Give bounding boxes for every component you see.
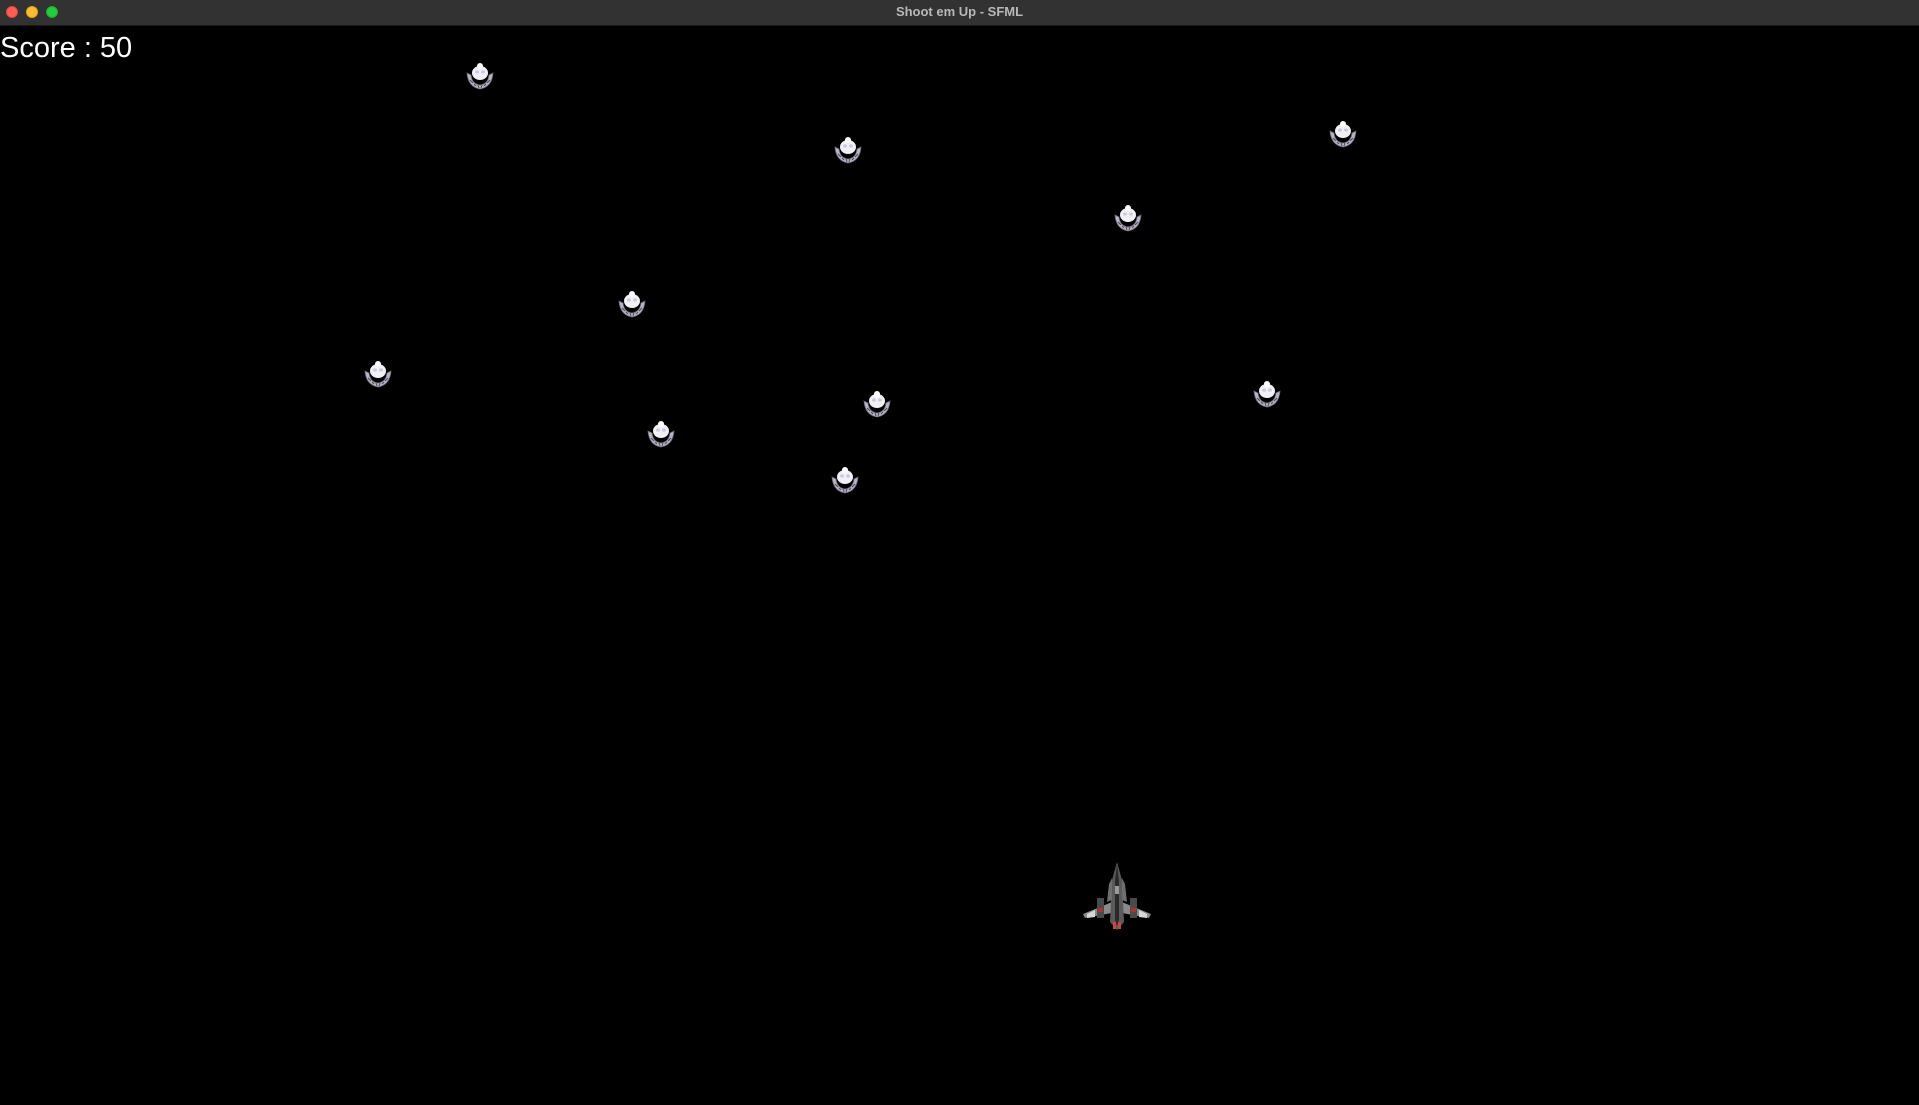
score-label: Score : — [0, 32, 92, 64]
enemy-ship-icon — [466, 63, 494, 90]
game-window: Shoot em Up - SFML Score :50 — [0, 0, 1919, 1105]
game-canvas[interactable]: Score :50 — [0, 26, 1919, 1105]
player-ship-icon — [1083, 862, 1151, 930]
enemy-ship-icon — [364, 361, 392, 388]
enemy-ship-icon — [863, 391, 891, 418]
enemy-ship-icon — [1253, 381, 1281, 408]
enemy-ship-icon — [834, 137, 862, 164]
score-display: Score :50 — [0, 30, 132, 66]
enemy-ship-icon — [1114, 205, 1142, 232]
enemy-ship-icon — [831, 467, 859, 494]
title-bar[interactable]: Shoot em Up - SFML — [0, 0, 1919, 26]
score-value: 50 — [99, 32, 133, 64]
window-title: Shoot em Up - SFML — [895, 4, 1024, 19]
enemy-ship-icon — [1329, 121, 1357, 148]
enemy-ship-icon — [618, 291, 646, 318]
enemy-ship-icon — [647, 421, 675, 448]
